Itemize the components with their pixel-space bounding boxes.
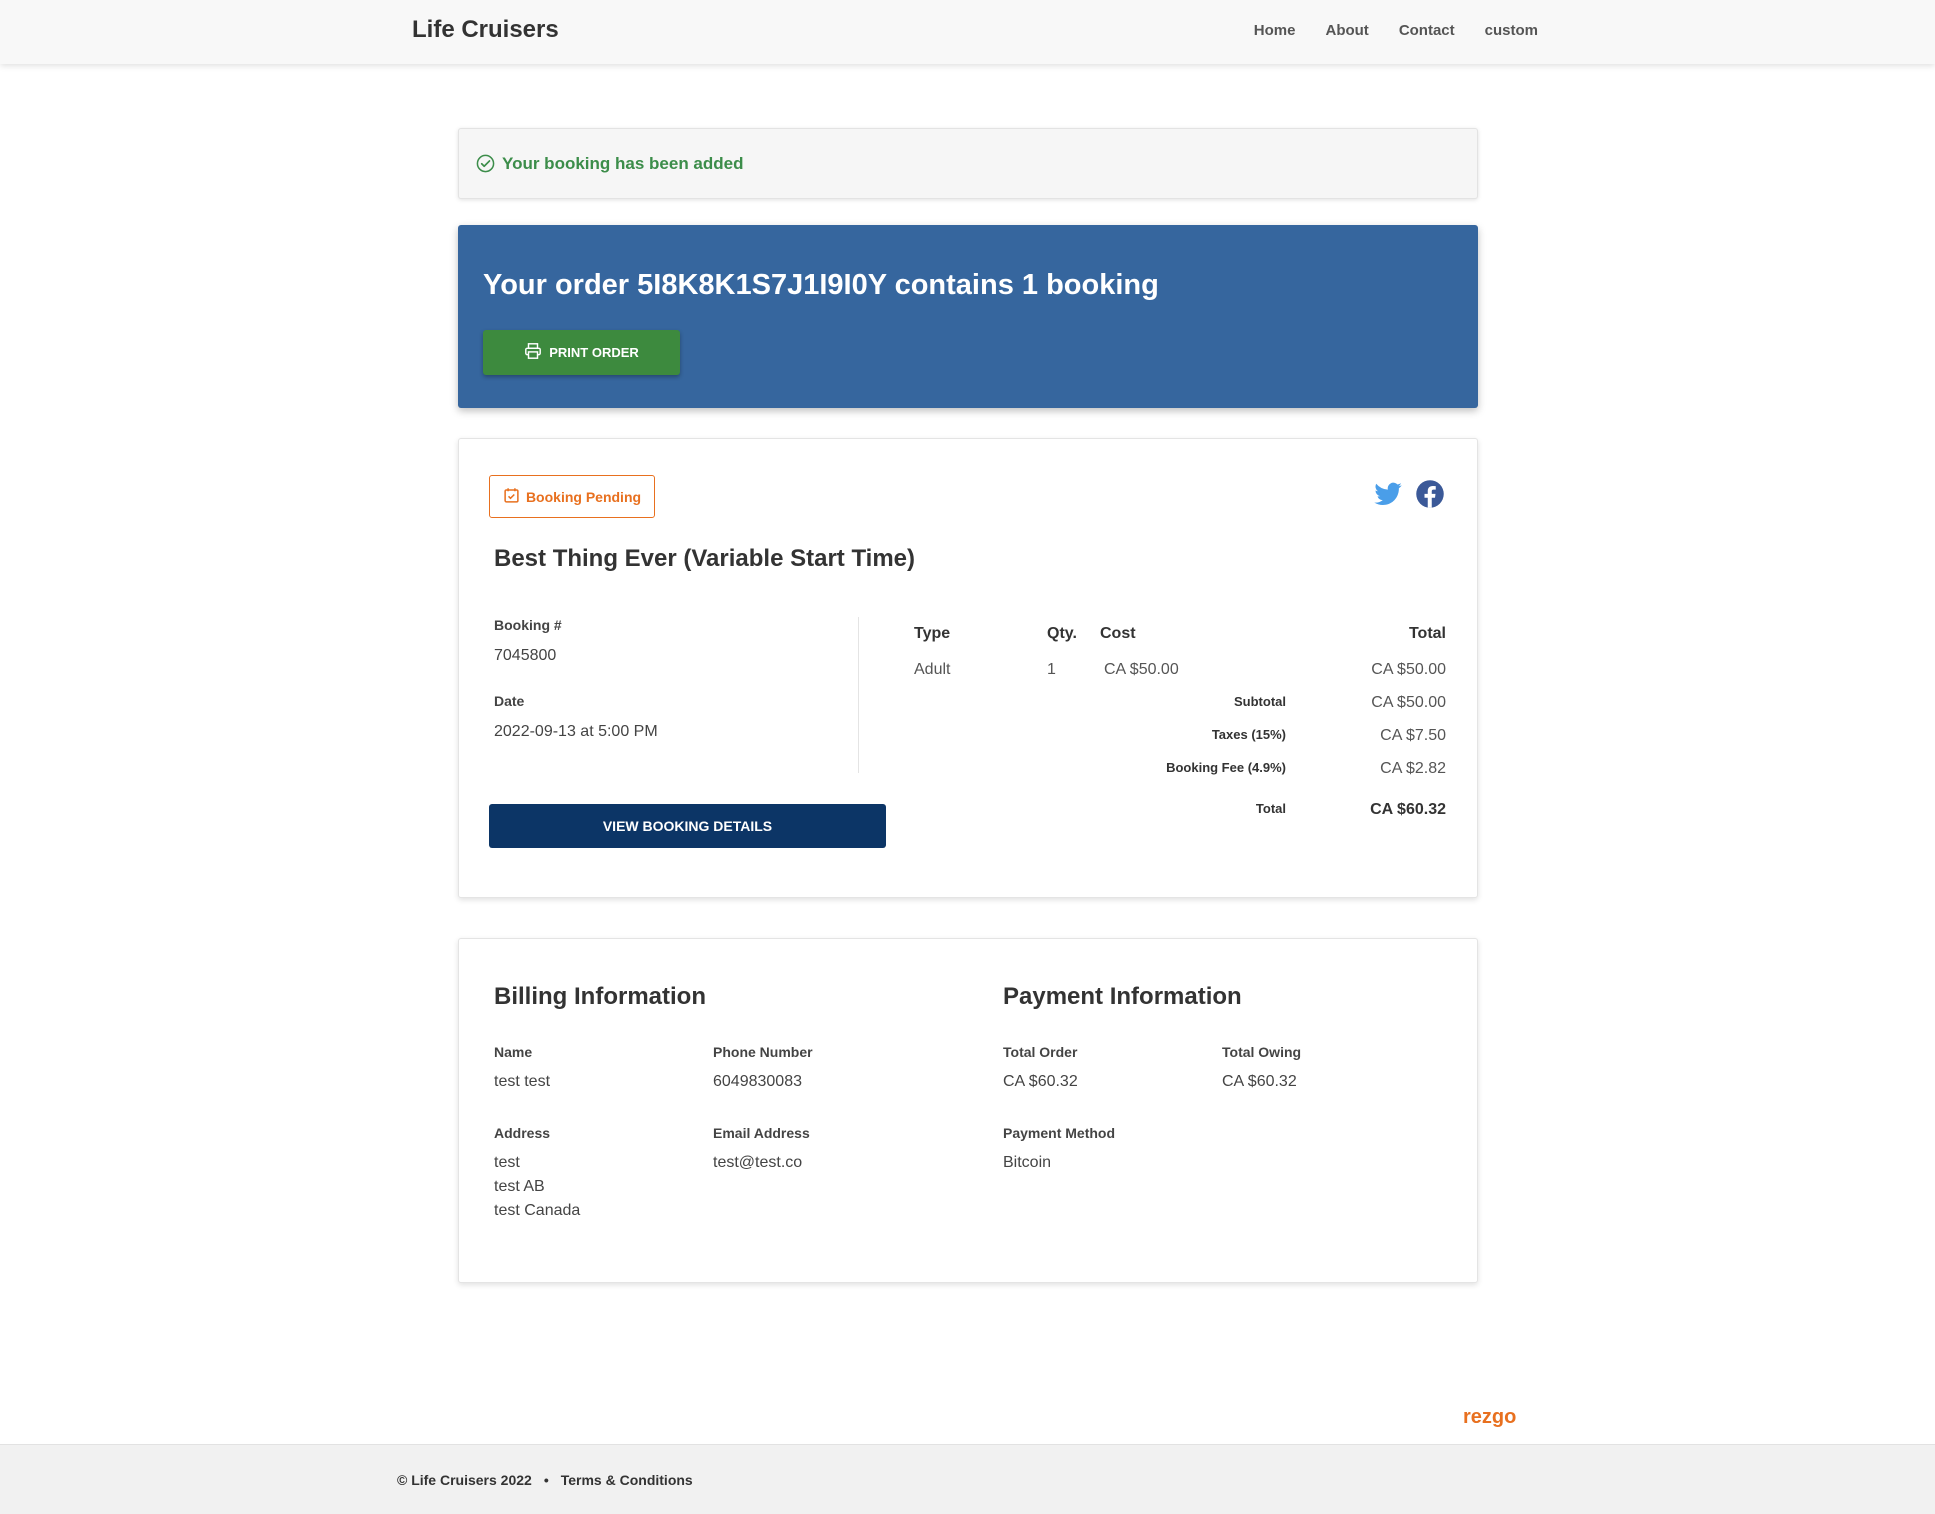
price-table-header: Type Qty. Cost Total (914, 625, 1446, 661)
date-value: 2022-09-13 at 5:00 PM (494, 723, 658, 740)
billing-name-label: Name (494, 1044, 533, 1060)
page: Life Cruisers Home About Contact custom … (0, 0, 1935, 1514)
nav-about[interactable]: About (1325, 22, 1368, 39)
row-qty: 1 (1047, 661, 1056, 678)
terms-link[interactable]: Terms & Conditions (561, 1472, 693, 1488)
taxes-label: Taxes (15%) (1211, 727, 1286, 742)
billing-phone-label: Phone Number (713, 1044, 813, 1060)
footer-links: © Life Cruisers 2022 • Terms & Condition… (397, 1472, 693, 1488)
grand-total-value: CA $60.32 (1370, 801, 1446, 818)
item-title: Best Thing Ever (Variable Start Time) (494, 545, 916, 572)
brand-logo-text[interactable]: Life Cruisers (412, 16, 559, 44)
rezgo-logo[interactable]: rezgo (1463, 1406, 1516, 1429)
billing-address-value: test test AB test Canada (494, 1151, 580, 1223)
price-table: Type Qty. Cost Total Adult 1 CA $50.00 C… (914, 625, 1446, 834)
billing-email-label: Email Address (713, 1125, 810, 1141)
taxes-value: CA $7.50 (1380, 727, 1446, 744)
payment-method-label: Payment Method (1003, 1125, 1116, 1141)
print-order-button[interactable]: PRINT ORDER (483, 330, 680, 375)
booking-status-text: Booking Pending (525, 488, 642, 505)
col-header-total: Total (1408, 625, 1446, 642)
address-line: test Canada (494, 1202, 581, 1219)
booking-details-column: Booking # 7045800 Date 2022-09-13 at 5:0… (494, 617, 859, 773)
total-owing-field: Total Owing CA $60.32 (1222, 1044, 1301, 1094)
main-nav: Home About Contact custom (1254, 22, 1538, 39)
billing-email-value: test@test.co (713, 1154, 803, 1171)
col-header-qty: Qty. (1047, 625, 1077, 642)
row-type: Adult (914, 661, 951, 678)
order-banner: Your order 5I8K8K1S7J1I9I0Y contains 1 b… (458, 225, 1478, 408)
row-cost: CA $50.00 (1104, 661, 1179, 678)
booking-status-badge: Booking Pending (489, 475, 655, 518)
print-order-label: PRINT ORDER (549, 345, 639, 360)
printer-icon (524, 342, 542, 363)
subtotal-value: CA $50.00 (1371, 694, 1446, 711)
footer-separator: • (543, 1472, 549, 1488)
billing-phone-field: Phone Number 6049830083 (713, 1044, 813, 1094)
fee-row: Booking Fee (4.9%) CA $2.82 (914, 760, 1446, 793)
social-share (1373, 479, 1445, 509)
view-booking-details-button[interactable]: VIEW BOOKING DETAILS (489, 804, 886, 848)
date-label: Date (494, 693, 525, 709)
fee-value: CA $2.82 (1380, 760, 1446, 777)
facebook-icon[interactable] (1415, 479, 1445, 509)
row-total: CA $50.00 (1371, 661, 1446, 678)
site-footer: © Life Cruisers 2022 • Terms & Condition… (0, 1444, 1935, 1514)
booking-number-value: 7045800 (494, 647, 557, 664)
order-title: Your order 5I8K8K1S7J1I9I0Y contains 1 b… (483, 269, 1159, 301)
table-row: Adult 1 CA $50.00 CA $50.00 (914, 661, 1446, 694)
col-header-type: Type (914, 625, 951, 642)
nav-custom[interactable]: custom (1485, 22, 1538, 39)
billing-name-field: Name test test (494, 1044, 550, 1094)
subtotal-row: Subtotal CA $50.00 (914, 694, 1446, 727)
billing-address-label: Address (494, 1125, 551, 1141)
total-order-field: Total Order CA $60.32 (1003, 1044, 1078, 1094)
grand-total-label: Total (1255, 801, 1286, 816)
payment-method-field: Payment Method Bitcoin (1003, 1125, 1115, 1175)
address-line: test (494, 1154, 520, 1171)
alert-message: Your booking has been added (502, 153, 744, 173)
billing-email-field: Email Address test@test.co (713, 1125, 810, 1175)
nav-home[interactable]: Home (1254, 22, 1296, 39)
total-owing-label: Total Owing (1222, 1044, 1302, 1060)
billing-phone-value: 6049830083 (713, 1073, 802, 1090)
booking-card: Booking Pending Best Thing Ever (Variabl… (458, 438, 1478, 898)
total-order-value: CA $60.32 (1003, 1073, 1078, 1090)
subtotal-label: Subtotal (1234, 694, 1286, 709)
fee-label: Booking Fee (4.9%) (1166, 760, 1286, 775)
site-header: Life Cruisers Home About Contact custom (0, 0, 1935, 64)
nav-contact[interactable]: Contact (1399, 22, 1455, 39)
total-order-label: Total Order (1003, 1044, 1078, 1060)
booking-number-label: Booking # (494, 617, 562, 633)
payment-method-value: Bitcoin (1003, 1154, 1052, 1171)
payment-title: Payment Information (1003, 983, 1242, 1010)
billing-name-value: test test (494, 1073, 551, 1090)
calendar-check-icon (503, 487, 520, 507)
success-alert: Your booking has been added (458, 128, 1478, 199)
copyright-text: © Life Cruisers 2022 (397, 1472, 532, 1488)
address-line: test AB (494, 1178, 545, 1195)
grand-total-row: Total CA $60.32 (914, 801, 1446, 834)
total-owing-value: CA $60.32 (1222, 1073, 1297, 1090)
billing-address-field: Address test test AB test Canada (494, 1125, 580, 1223)
twitter-icon[interactable] (1373, 479, 1403, 509)
taxes-row: Taxes (15%) CA $7.50 (914, 727, 1446, 760)
billing-payment-card: Billing Information Payment Information … (458, 938, 1478, 1283)
billing-title: Billing Information (494, 983, 706, 1010)
col-header-cost: Cost (1100, 625, 1136, 642)
check-circle-icon (476, 154, 495, 173)
